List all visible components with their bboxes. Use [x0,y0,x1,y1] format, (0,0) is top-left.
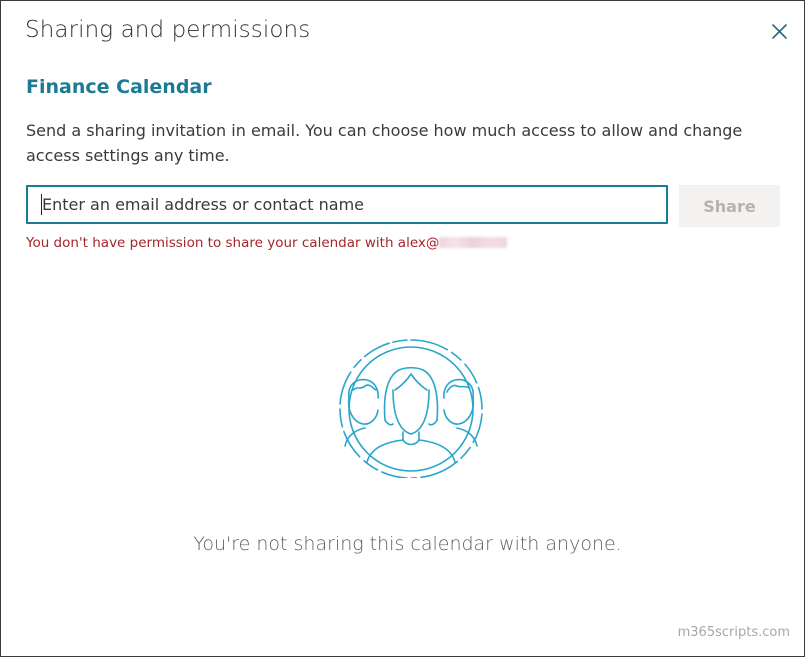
calendar-name: Finance Calendar [26,76,212,98]
people-sharing-icon [339,339,483,478]
redacted-email-domain [439,237,508,248]
sharing-description: Send a sharing invitation in email. You … [26,121,743,165]
permission-error-message: You don't have permission to share your … [26,235,508,251]
sharing-dialog: Sharing and permissions Finance Calendar… [0,0,805,657]
share-button[interactable]: Share [679,185,780,227]
close-button[interactable] [767,19,791,43]
error-text: You don't have permission to share your … [26,235,440,251]
watermark: m365scripts.com [677,625,790,640]
dialog-title: Sharing and permissions [25,17,311,43]
email-input[interactable] [26,185,668,224]
close-icon [772,24,787,39]
empty-state-message: You're not sharing this calendar with an… [193,533,622,555]
text-caret [41,194,42,215]
